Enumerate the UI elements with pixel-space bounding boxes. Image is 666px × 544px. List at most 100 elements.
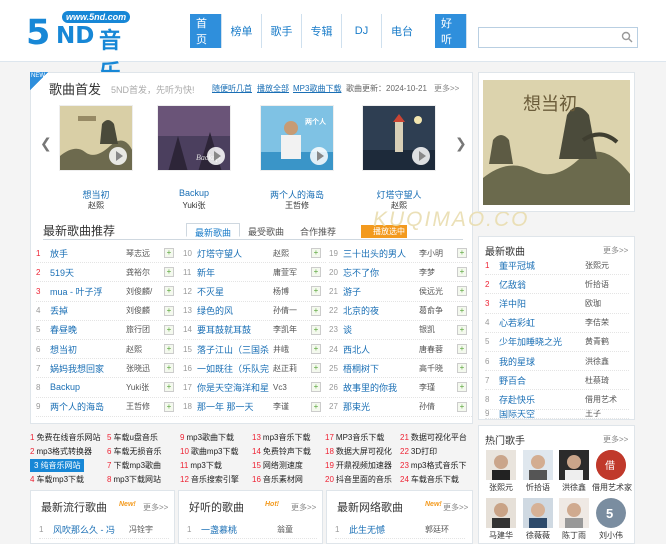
side-latest-more[interactable]: 更多>> [603, 245, 628, 256]
link-item[interactable]: 10 歌曲mp3下载 [180, 446, 238, 457]
singer-name-8[interactable]: 刘小伟 [591, 530, 631, 541]
nav-albums[interactable]: 专辑 [302, 14, 342, 48]
song-row[interactable]: 1 此生无憾 郭廷环 [335, 520, 465, 540]
song-row[interactable]: 21 游子 侯远光 + [329, 282, 472, 302]
singer-avatar-6[interactable] [523, 498, 553, 528]
song-row[interactable]: 1 放手 琴志远 + [36, 244, 179, 264]
next-arrow[interactable]: ❯ [455, 135, 467, 152]
singer-avatar-2[interactable] [523, 450, 553, 480]
hot-singers-more[interactable]: 更多>> [603, 434, 628, 445]
prev-arrow[interactable]: ❮ [40, 135, 52, 152]
tab-latest[interactable]: 最新歌曲 [186, 223, 241, 238]
nav-good-songs[interactable]: 好听 [435, 14, 467, 48]
side-song-row[interactable]: 4 心若彩虹 李佶荣 [485, 314, 629, 333]
singer-name-5[interactable]: 马建华 [481, 530, 521, 541]
link-item[interactable]: 1 免费在线音乐网站 [30, 432, 100, 443]
link-item[interactable]: 5 车载u盘音乐 [107, 432, 158, 443]
play-icon[interactable] [109, 147, 127, 165]
side-song-row[interactable]: 3 洋中阳 欧珈 [485, 294, 629, 314]
nav-charts[interactable]: 榜单 [222, 14, 262, 48]
play-icon[interactable] [207, 147, 225, 165]
song-row[interactable]: 5 春昼晚 旅行团 + [36, 321, 179, 340]
link-item[interactable]: 2 mp3格式转换器 [30, 446, 92, 457]
song-row[interactable]: 4 丢掉 刘俊麟 + [36, 302, 179, 321]
singer-avatar-1[interactable] [486, 450, 516, 480]
search-box[interactable] [478, 27, 638, 48]
latest-popular-more[interactable]: 更多>> [143, 502, 168, 513]
link-item[interactable]: 4 车载mp3下载 [30, 474, 84, 485]
side-song-row[interactable]: 5 少年加睡晓之光 黄青鹤 [485, 333, 629, 352]
side-song-row[interactable]: 8 存赴快乐 借用艺术 [485, 390, 629, 410]
first-release-more[interactable]: 更多>> [434, 83, 459, 94]
link-item[interactable]: 15 网络测速度 [252, 460, 303, 471]
singer-name-6[interactable]: 徐薇薇 [518, 530, 558, 541]
card-artist-3[interactable]: 王哲修 [252, 200, 342, 211]
song-row[interactable]: 14 要耳鼓就耳鼓 李凯年 + [183, 321, 326, 340]
mp3-download-link[interactable]: MP3歌曲下载 [293, 83, 341, 94]
album-cover-2[interactable]: Backup [157, 105, 231, 171]
singer-avatar-3[interactable] [559, 450, 589, 480]
link-item[interactable]: 8 mp3下载网站 [107, 474, 161, 485]
song-row[interactable]: 19 三十出头的男人 李小明 + [329, 244, 472, 264]
song-row[interactable]: 16 一如既往（乐队完 赵正莉 + [183, 359, 326, 379]
good-songs-more[interactable]: 更多>> [291, 502, 316, 513]
side-song-row[interactable]: 7 野百合 杜蔡琦 [485, 371, 629, 391]
side-song-row[interactable]: 6 我的星球 洪徐鑫 [485, 352, 629, 372]
nav-radio[interactable]: 电台 [382, 14, 422, 48]
song-row[interactable]: 24 西北人 唐春蓉 + [329, 340, 472, 360]
singer-avatar-4[interactable]: 借 [596, 450, 626, 480]
link-item[interactable]: 11 mp3下载 [180, 460, 222, 471]
song-row[interactable]: 20 忘不了你 李梦 + [329, 263, 472, 283]
link-item[interactable]: 12 音乐搜索引擎 [180, 474, 239, 485]
song-row[interactable]: 15 落子江山（三国杀 井峨 + [183, 340, 326, 360]
song-row[interactable]: 27 那束光 孙倩 + [329, 398, 472, 417]
card-artist-1[interactable]: 赵熙 [51, 200, 141, 211]
singer-avatar-8[interactable]: 5 [596, 498, 626, 528]
song-row[interactable]: 6 想当初 赵熙 + [36, 340, 179, 360]
side-song-row[interactable]: 2 亿敌翁 忻拾语 [485, 275, 629, 295]
link-item[interactable]: 13 mp3音乐下载 [252, 432, 310, 443]
song-row[interactable]: 18 那一年 那一天 李谨 + [183, 398, 326, 417]
link-item[interactable]: 21 数据可视化平台 [400, 432, 467, 443]
link-item[interactable]: 7 下载mp3歌曲 [107, 460, 161, 471]
play-icon[interactable] [310, 147, 328, 165]
random-listen-link[interactable]: 随便听几首 [212, 83, 252, 94]
link-item[interactable]: 9 mp3歌曲下载 [180, 432, 234, 443]
song-row[interactable]: 26 故事里的你我 李瑾 + [329, 378, 472, 398]
play-all-link[interactable]: 播放全部 [257, 83, 289, 94]
song-row[interactable]: 11 新年 庸萱军 + [183, 263, 326, 283]
card-title-2[interactable]: Backup [149, 188, 239, 198]
play-icon[interactable] [412, 147, 430, 165]
nav-singers[interactable]: 歌手 [262, 14, 302, 48]
song-row[interactable]: 9 两个人的海岛 王哲修 + [36, 398, 179, 417]
side-song-row[interactable]: 9 国际天空 王子 [485, 410, 629, 419]
link-item[interactable]: 22 3D打印 [400, 446, 437, 457]
link-item[interactable]: 20 抖音里面的音乐 [325, 474, 392, 485]
album-cover-1[interactable] [59, 105, 133, 171]
album-cover-4[interactable] [362, 105, 436, 171]
link-item[interactable]: 14 免费铃声下载 [252, 446, 311, 457]
song-row[interactable]: 1 风吹那么久 - 冯冯铨宇 [39, 520, 169, 540]
song-row[interactable]: 25 梧桐树下 高千晓 + [329, 359, 472, 379]
link-item[interactable]: 17 MP3音乐下载 [325, 432, 384, 443]
link-item[interactable]: 6 车载无损音乐 [107, 446, 161, 457]
tab-partner[interactable]: 合作推荐 [292, 223, 344, 237]
search-input[interactable] [479, 28, 614, 47]
singer-avatar-7[interactable] [559, 498, 589, 528]
album-cover-3[interactable]: 两个人 [260, 105, 334, 171]
site-logo[interactable]: www.5nd.com 5 ND 音乐 [26, 8, 141, 85]
song-row[interactable]: 8 Backup Yuki张 + [36, 378, 179, 398]
song-row[interactable]: 12 不灭星 杨博 + [183, 282, 326, 302]
singer-name-7[interactable]: 陈丁雨 [554, 530, 594, 541]
song-row[interactable]: 10 灯塔守望人 赵熙 + [183, 244, 326, 264]
song-row[interactable]: 3 mua - 叶子浮 刘俊麟/+ [36, 282, 179, 302]
song-row[interactable]: 22 北京的夜 葛俞争 + [329, 302, 472, 321]
song-row[interactable]: 1 一盏慕桃 翁童 [187, 520, 317, 540]
link-item[interactable]: 18 数据大屏可视化 [325, 446, 392, 457]
singer-avatar-5[interactable] [486, 498, 516, 528]
search-icon[interactable] [621, 31, 633, 43]
nav-dj[interactable]: DJ [342, 14, 382, 48]
song-row[interactable]: 23 谈银凯 + [329, 321, 472, 340]
card-artist-2[interactable]: Yuki张 [149, 200, 239, 211]
nav-home[interactable]: 首页 [190, 14, 222, 48]
